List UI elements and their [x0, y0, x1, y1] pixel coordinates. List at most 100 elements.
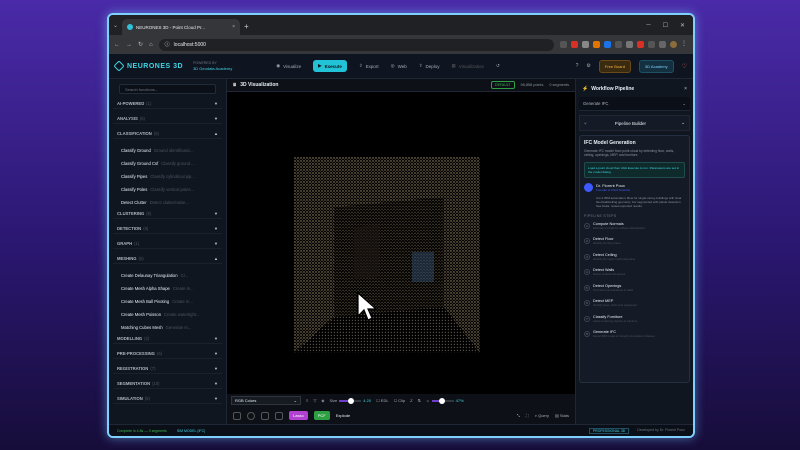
pipeline-builder-toggle[interactable]: ⑂ Pipeline Builder ⌄: [579, 115, 690, 131]
category-segmentation[interactable]: SEGMENTATION (10) ▼: [113, 379, 222, 389]
pcf-button[interactable]: PCF: [313, 411, 330, 420]
home-icon[interactable]: ⌂: [149, 42, 153, 48]
category-detection[interactable]: DETECTION (8) ▼: [113, 224, 222, 234]
point-size-slider[interactable]: Size 4.20: [330, 397, 371, 404]
circle-tool-icon[interactable]: [247, 411, 255, 420]
pipeline-step[interactable]: 5 Detect Openings Find doors and windows i…: [584, 284, 685, 300]
nav-visualization[interactable]: ▦ Visualization: [452, 63, 484, 69]
academy-button[interactable]: 3D Academy: [638, 59, 674, 73]
close-window-icon[interactable]: ✕: [680, 22, 685, 29]
category-graph[interactable]: GRAPH (1) ▼: [113, 239, 222, 249]
rotate-tool-icon[interactable]: [261, 411, 269, 420]
slider-knob[interactable]: [348, 397, 355, 404]
pipeline-step[interactable]: 1 Compute Normals Estimate normals for sur…: [584, 222, 685, 238]
edl-checkbox[interactable]: ☐ EDL: [376, 398, 388, 403]
stats-button[interactable]: ▤ Stats: [555, 413, 569, 418]
function-item[interactable]: Classify Poles Classify vertical poles...: [113, 183, 222, 196]
extension-icon[interactable]: [560, 41, 567, 48]
point-cloud-canvas[interactable]: [227, 92, 575, 394]
query-button[interactable]: ⌕ Query: [535, 413, 549, 418]
browser-tab[interactable]: NEURONES 3D - Point Cloud Pr... ×: [122, 19, 241, 35]
color-mode-select[interactable]: RGB Colors ⌄: [231, 396, 301, 405]
step-desc: Identify the upper horizontal plane: [593, 256, 636, 261]
pipeline-step[interactable]: 7 Classify Furniture Label remaining objec…: [584, 315, 685, 331]
explode-button[interactable]: Explode: [336, 413, 350, 418]
extension-icon[interactable]: [571, 41, 578, 48]
nav-deploy[interactable]: ⇧ Deploy: [419, 63, 440, 69]
category-clustering[interactable]: CLUSTERING (5) ▼: [113, 209, 222, 219]
reload-icon[interactable]: ↻: [138, 41, 143, 48]
opacity-slider[interactable]: ☼ 47%: [426, 397, 464, 404]
minimize-icon[interactable]: ─: [646, 22, 650, 29]
free-board-button[interactable]: Free Board: [598, 59, 631, 73]
function-item[interactable]: Create Delaunay Triangulation Cr...: [113, 269, 222, 282]
function-item[interactable]: Create Mesh Poisson Create watertight...: [113, 308, 222, 321]
history-icon[interactable]: ↺: [496, 63, 500, 69]
category-analysis[interactable]: ANALYSIS (6) ▼: [113, 114, 222, 124]
collapse-icon[interactable]: ⤡: [517, 413, 520, 418]
extension-icon[interactable]: [615, 41, 622, 48]
pipeline-step[interactable]: 3 Detect Ceiling Identify the upper horizo…: [584, 253, 685, 269]
extension-icon[interactable]: [604, 41, 611, 48]
filter-icon[interactable]: ▽: [313, 398, 316, 403]
nav-execute[interactable]: ▶ Execute: [313, 60, 347, 72]
slider-knob[interactable]: [438, 397, 445, 404]
help-icon[interactable]: ?: [576, 63, 579, 69]
function-item[interactable]: Classify Ground Ground identificatio...: [113, 144, 222, 157]
grid-tool-icon[interactable]: [275, 411, 283, 420]
extension-icon[interactable]: [593, 41, 600, 48]
function-item[interactable]: Classify Pipes Classify cylindrical pip..…: [113, 170, 222, 183]
category-meshing[interactable]: MESHING (5) ▲: [113, 254, 222, 264]
url-field[interactable]: ⓘ localhost:5000: [158, 38, 554, 51]
extension-icon[interactable]: [637, 41, 644, 48]
category-modelling[interactable]: MODELLING (2) ▼: [113, 334, 222, 344]
extension-icon[interactable]: [659, 41, 666, 48]
function-item[interactable]: Classify Ground Csf Classify ground ...: [113, 157, 222, 170]
maximize-icon[interactable]: ☐: [663, 22, 668, 29]
extension-icon[interactable]: [626, 41, 633, 48]
slider-track[interactable]: [431, 397, 454, 404]
extension-icon[interactable]: [582, 41, 589, 48]
function-item[interactable]: Detect Clutter Detect clutter/noise...: [113, 196, 222, 209]
clip-checkbox[interactable]: ☐ Clip: [394, 398, 406, 403]
pipeline-step[interactable]: 8 Generate IFC Export BIM model to Industr…: [584, 330, 685, 346]
pipeline-step[interactable]: 6 Detect MEP Identify pipes, ducts and equ…: [584, 299, 685, 315]
function-item[interactable]: Create Mesh Ball Pivoting Create m...: [113, 295, 222, 308]
function-item[interactable]: Matching Cubes Mesh Generate m...: [113, 321, 222, 334]
heart-icon[interactable]: ♡: [682, 63, 687, 70]
close-icon[interactable]: ×: [684, 86, 687, 92]
back-icon[interactable]: ←: [114, 42, 120, 48]
profile-avatar[interactable]: [670, 41, 677, 48]
forward-icon[interactable]: →: [126, 42, 132, 48]
category-registration[interactable]: REGISTRATION (7) ▼: [113, 364, 222, 374]
lasso-button[interactable]: Lasso: [289, 411, 308, 420]
nav-visualize[interactable]: ◉ Visualize: [276, 63, 301, 69]
layers-icon[interactable]: ◈: [321, 398, 324, 403]
nav-export[interactable]: ⇪ Export: [359, 63, 379, 69]
default-badge[interactable]: DEFAULT: [491, 81, 515, 89]
pipeline-builder-label: Pipeline Builder: [614, 120, 646, 126]
extension-icon[interactable]: [648, 41, 655, 48]
settings-icon[interactable]: ⚙: [586, 63, 590, 69]
function-search-input[interactable]: Search functions...: [119, 84, 216, 94]
slider-track[interactable]: [339, 397, 362, 404]
pointer-tool-icon[interactable]: [233, 411, 241, 420]
category-simulation[interactable]: SIMULATION (5) ▼: [113, 394, 222, 404]
category-ai-powered[interactable]: AI-POWERED (1) ▼: [113, 99, 222, 109]
category-pre-processing[interactable]: PRE-PROCESSING (6) ▼: [113, 349, 222, 359]
site-info-icon[interactable]: ⓘ: [165, 41, 170, 48]
menu-icon[interactable]: ⋮: [681, 41, 688, 48]
workflow-select[interactable]: Generate IFC ⌄: [579, 97, 690, 111]
list-icon[interactable]: ≡: [306, 398, 308, 403]
nav-web[interactable]: ◎ Web: [391, 63, 407, 69]
category-classification[interactable]: CLASSIFICATION (5) ▲: [113, 129, 222, 139]
z-axis-select[interactable]: Z: [410, 398, 412, 403]
pipeline-step[interactable]: 2 Detect Floor Identify the floor plane: [584, 237, 685, 253]
tab-search-icon[interactable]: ⌄: [113, 22, 118, 29]
new-tab-icon[interactable]: +: [244, 22, 249, 31]
arrows-icon[interactable]: ⇅: [418, 398, 421, 403]
pipeline-step[interactable]: 4 Detect Walls Detect vertical wall planes: [584, 268, 685, 284]
fullscreen-icon[interactable]: ⛶: [526, 413, 529, 418]
close-tab-icon[interactable]: ×: [232, 24, 235, 30]
function-item[interactable]: Create Mesh Alpha Shape Create m...: [113, 282, 222, 295]
